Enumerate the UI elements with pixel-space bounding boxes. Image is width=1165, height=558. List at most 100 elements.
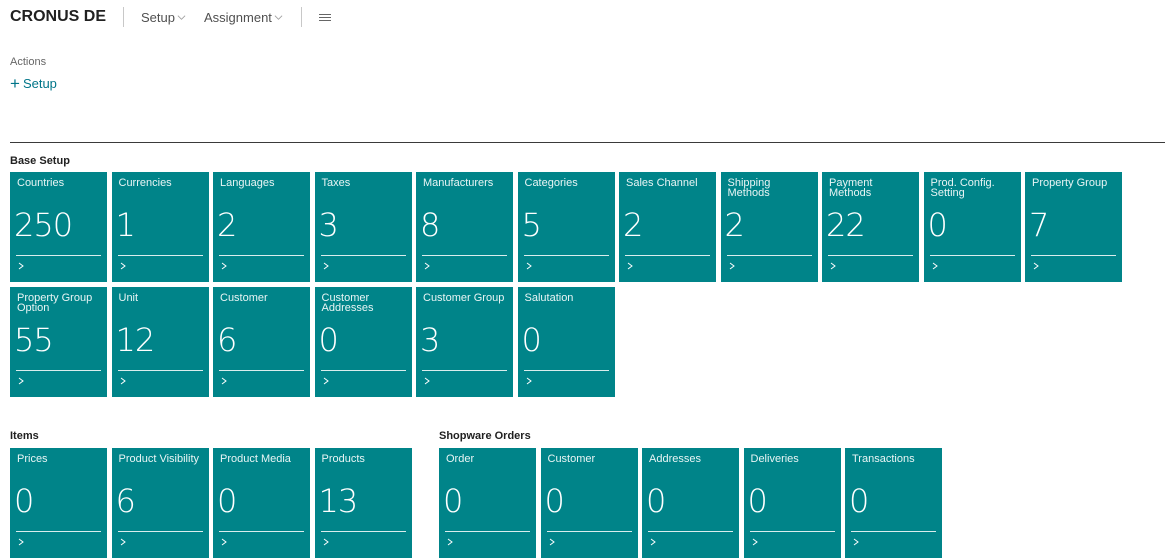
- tile-divider: [16, 255, 101, 256]
- tile-deliveries[interactable]: Deliveries 0: [743, 448, 841, 558]
- tile-divider: [320, 255, 406, 256]
- tile-divider: [320, 531, 406, 532]
- tile-currencies[interactable]: Currencies 1: [111, 172, 209, 282]
- tile-value: 5: [521, 206, 542, 244]
- tile-customer-group[interactable]: Customer Group 3: [416, 287, 513, 397]
- tile-label: Prices: [17, 453, 48, 465]
- chevron-right-icon[interactable]: [422, 375, 432, 387]
- tile-property-group[interactable]: Property Group 7: [1025, 172, 1122, 282]
- tile-languages[interactable]: Languages 2: [213, 172, 310, 282]
- chevron-right-icon[interactable]: [321, 536, 331, 548]
- chevron-right-icon[interactable]: [524, 375, 534, 387]
- chevron-right-icon[interactable]: [648, 536, 658, 548]
- chevron-right-icon[interactable]: [219, 536, 229, 548]
- items-heading: Items: [10, 430, 39, 442]
- chevron-right-icon[interactable]: [547, 536, 557, 548]
- hamburger-menu-icon[interactable]: [318, 12, 331, 23]
- tile-label: Product Media: [220, 453, 291, 465]
- tile-label: Taxes: [321, 177, 351, 189]
- chevron-right-icon[interactable]: [851, 536, 861, 548]
- tile-property-group-option[interactable]: Property Group Option 55: [10, 287, 107, 397]
- shopware-orders-heading: Shopware Orders: [439, 430, 531, 442]
- tile-label: Languages: [220, 177, 275, 189]
- tile-value: 3: [318, 206, 339, 244]
- chevron-right-icon[interactable]: [1031, 260, 1041, 272]
- tile-manufacturers[interactable]: Manufacturers 8: [416, 172, 513, 282]
- tile-customer[interactable]: Customer 0: [540, 448, 638, 558]
- chevron-right-icon[interactable]: [16, 536, 26, 548]
- tile-taxes[interactable]: Taxes 3: [314, 172, 412, 282]
- chevron-right-icon[interactable]: [219, 375, 229, 387]
- tile-product-media[interactable]: Product Media 0: [213, 448, 310, 558]
- chevron-right-icon[interactable]: [727, 260, 737, 272]
- tile-value: 0: [521, 321, 542, 359]
- tile-unit[interactable]: Unit 12: [111, 287, 209, 397]
- chevron-right-icon[interactable]: [16, 260, 26, 272]
- tile-value: 2: [623, 206, 643, 244]
- company-name[interactable]: CRONUS DE: [10, 8, 106, 26]
- chevron-right-icon[interactable]: [321, 260, 331, 272]
- tile-label: Unit: [118, 292, 139, 304]
- tile-value: 0: [544, 482, 565, 520]
- chevron-right-icon[interactable]: [118, 375, 128, 387]
- tile-value: 0: [747, 482, 768, 520]
- tile-divider: [117, 255, 203, 256]
- tile-products[interactable]: Products 13: [314, 448, 412, 558]
- chevron-right-icon[interactable]: [321, 375, 331, 387]
- tile-label: Customer Group: [423, 292, 505, 304]
- tile-divider: [117, 531, 203, 532]
- chevron-right-icon[interactable]: [219, 260, 229, 272]
- chevron-right-icon[interactable]: [828, 260, 838, 272]
- tile-transactions[interactable]: Transactions 0: [845, 448, 942, 558]
- tile-sales-channel[interactable]: Sales Channel 2: [619, 172, 716, 282]
- menu-assignment[interactable]: Assignment: [204, 10, 283, 25]
- tile-value: 0: [14, 482, 34, 520]
- chevron-right-icon[interactable]: [625, 260, 635, 272]
- setup-action-button[interactable]: + Setup: [10, 75, 57, 92]
- tile-categories[interactable]: Categories 5: [517, 172, 615, 282]
- chevron-right-icon[interactable]: [118, 536, 128, 548]
- tile-label: Currencies: [118, 177, 172, 189]
- chevron-right-icon[interactable]: [524, 260, 534, 272]
- tile-label: Products: [321, 453, 365, 465]
- tile-payment-methods[interactable]: Payment Methods 22: [822, 172, 919, 282]
- tile-label: Order: [446, 453, 475, 465]
- tile-value: 12: [115, 321, 156, 359]
- tile-divider: [422, 370, 507, 371]
- tile-order[interactable]: Order 0: [439, 448, 536, 558]
- tile-divider: [625, 255, 710, 256]
- tile-value: 0: [849, 482, 869, 520]
- chevron-right-icon[interactable]: [422, 260, 432, 272]
- tile-countries[interactable]: Countries 250: [10, 172, 107, 282]
- tile-value: 55: [14, 321, 54, 359]
- tile-shipping-methods[interactable]: Shipping Methods 2: [720, 172, 818, 282]
- tile-prices[interactable]: Prices 0: [10, 448, 107, 558]
- tile-value: 250: [14, 206, 73, 244]
- tile-customer[interactable]: Customer 6: [213, 287, 310, 397]
- tile-label: Categories: [524, 177, 578, 189]
- chevron-right-icon[interactable]: [118, 260, 128, 272]
- tile-divider: [929, 255, 1015, 256]
- nav-divider: [300, 7, 302, 27]
- tile-value: 6: [217, 321, 237, 359]
- tile-label: Shipping Methods: [727, 177, 771, 199]
- tile-prod-config-setting[interactable]: Prod. Config. Setting 0: [923, 172, 1021, 282]
- menu-setup[interactable]: Setup: [141, 10, 186, 25]
- chevron-right-icon[interactable]: [445, 536, 455, 548]
- tile-product-visibility[interactable]: Product Visibility 6: [111, 448, 209, 558]
- tile-customer-addresses[interactable]: Customer Addresses 0: [314, 287, 412, 397]
- tile-label: Customer Addresses: [321, 292, 374, 314]
- tile-divider: [523, 370, 609, 371]
- tile-divider: [16, 531, 101, 532]
- chevron-right-icon[interactable]: [930, 260, 940, 272]
- tile-divider: [117, 370, 203, 371]
- chevron-down-icon: [274, 14, 283, 20]
- tile-value: 0: [443, 482, 463, 520]
- tile-addresses[interactable]: Addresses 0: [642, 448, 739, 558]
- tile-value: 1: [115, 206, 136, 244]
- chevron-right-icon[interactable]: [750, 536, 760, 548]
- chevron-right-icon[interactable]: [16, 375, 26, 387]
- tile-salutation[interactable]: Salutation 0: [517, 287, 615, 397]
- tile-value: 0: [927, 206, 948, 244]
- tile-label: Prod. Config. Setting: [930, 177, 995, 199]
